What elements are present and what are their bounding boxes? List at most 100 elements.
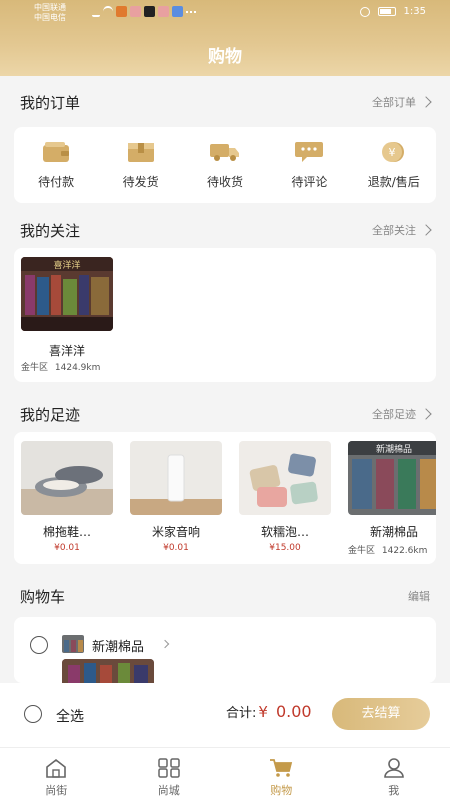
track-name: 软糯泡… (260, 525, 309, 539)
cart-icon (225, 758, 338, 778)
chevron-right-icon (420, 408, 432, 420)
tab-shangjie[interactable]: 尚街 (0, 748, 113, 800)
tracks-section-header: 我的足迹 全部足迹 (0, 398, 450, 428)
follow-section-header: 我的关注 全部关注 (0, 214, 450, 244)
track-item[interactable]: 软糯泡… ¥15.00 (239, 441, 331, 553)
app-notification-icon (172, 6, 183, 17)
alarm-icon (359, 6, 370, 17)
wifi-icon (103, 6, 113, 17)
cart-edit-button[interactable]: 编辑 (408, 588, 430, 604)
order-pending-payment[interactable]: 待付款 (16, 141, 96, 190)
app-notification-icon (130, 6, 141, 17)
store-image: 新潮棉品 (348, 441, 436, 515)
track-price: ¥15.00 (269, 543, 301, 553)
track-price: ¥0.01 (163, 543, 189, 553)
home-icon (0, 758, 113, 778)
track-name: 米家音响 (151, 525, 200, 539)
store-sign: 新潮棉品 (376, 443, 412, 455)
select-all-label[interactable]: 全选 (56, 706, 84, 726)
order-label: 待评论 (291, 174, 328, 189)
store-thumbnail (62, 635, 84, 653)
all-tracks-label: 全部足迹 (372, 408, 416, 421)
track-distance: 1422.6km (381, 546, 428, 556)
track-item[interactable]: 棉拖鞋… ¥0.01 (21, 441, 113, 553)
wallet-icon (16, 141, 96, 163)
shop-sign: 喜洋洋 (53, 259, 80, 271)
cart-section-header: 购物车 编辑 (0, 580, 450, 610)
chevron-right-icon (420, 96, 432, 108)
follow-card: 喜洋洋 喜洋洋 金牛区 1424.9km (14, 248, 436, 382)
track-name: 新潮棉品 (369, 525, 418, 539)
tab-gouwu[interactable]: 购物 (225, 748, 338, 800)
select-all-radio[interactable] (24, 705, 42, 723)
comment-icon (269, 141, 349, 163)
track-item[interactable]: 米家音响 ¥0.01 (130, 441, 222, 553)
cart-item-image[interactable] (62, 659, 154, 683)
follow-title: 我的关注 (20, 222, 81, 240)
track-district: 金牛区 (348, 546, 376, 556)
bottom-tab-bar: 尚街 尚城 购物 我 (0, 747, 450, 800)
store-select-radio[interactable] (30, 636, 48, 654)
status-bar: 中国联通 中国电信 1:35 (0, 0, 450, 26)
app-notification-icon (116, 6, 127, 17)
track-item[interactable]: 新潮棉品 新潮棉品 金牛区 1422.6km (348, 441, 436, 556)
order-label: 待付款 (38, 174, 75, 189)
total-label: 合计: (226, 706, 257, 721)
track-name: 棉拖鞋… (42, 525, 91, 539)
total-currency: ¥ (258, 703, 268, 721)
carrier-1: 中国联通 (34, 3, 66, 12)
cart-title: 购物车 (20, 588, 66, 606)
pillow-image (239, 441, 331, 515)
order-pending-shipment[interactable]: 待发货 (101, 141, 181, 190)
shop-location: 金牛区 1424.9km (21, 360, 131, 373)
tab-me[interactable]: 我 (338, 748, 450, 800)
notification-icons (92, 6, 196, 17)
orders-section-header: 我的订单 全部订单 (0, 86, 450, 116)
all-orders-link[interactable]: 全部订单 (372, 94, 432, 110)
svg-text:¥: ¥ (388, 146, 395, 159)
store-name[interactable]: 新潮棉品 (92, 636, 144, 655)
tab-shangcheng[interactable]: 尚城 (113, 748, 226, 800)
order-pending-receipt[interactable]: 待收货 (185, 141, 265, 190)
carrier-info: 中国联通 中国电信 (34, 3, 66, 23)
battery-icon (377, 7, 396, 16)
order-label: 待收货 (206, 174, 243, 189)
track-location: 金牛区 1422.6km (348, 543, 436, 556)
shop-image: 喜洋洋 (21, 257, 113, 331)
more-dots-icon (186, 11, 196, 14)
grid-icon (113, 758, 226, 778)
app-notification-icon (158, 6, 169, 17)
tab-label: 尚城 (157, 784, 180, 797)
checkout-button[interactable]: 去结算 (332, 698, 430, 730)
order-label: 待发货 (122, 174, 159, 189)
shop-district: 金牛区 (21, 363, 49, 373)
tab-label: 我 (388, 784, 400, 797)
signal-icon (92, 6, 100, 17)
total-value: 0.00 (275, 702, 312, 721)
cart-card: 新潮棉品 (14, 617, 436, 683)
shop-distance: 1424.9km (54, 363, 101, 373)
order-pending-review[interactable]: 待评论 (269, 141, 349, 190)
order-label: 退款/售后 (367, 174, 420, 189)
all-orders-label: 全部订单 (372, 96, 416, 109)
tab-label: 购物 (270, 784, 293, 797)
chevron-right-icon (160, 639, 170, 649)
status-right: 1:35 (359, 6, 426, 17)
order-refund[interactable]: ¥ 退款/售后 (354, 141, 434, 190)
header: 中国联通 中国电信 1:35 购物 (0, 0, 450, 76)
orders-card: 待付款 待发货 待收货 待评论 ¥ 退款/售后 (14, 127, 436, 203)
tab-label: 尚街 (45, 784, 68, 797)
checkout-bar: 全选 合计: ¥ 0.00 去结算 (0, 683, 450, 747)
track-price: ¥0.01 (54, 543, 80, 553)
all-tracks-link[interactable]: 全部足迹 (372, 406, 432, 422)
carrier-2: 中国电信 (34, 13, 66, 22)
all-follows-link[interactable]: 全部关注 (372, 222, 432, 238)
tracks-card: 棉拖鞋… ¥0.01 米家音响 ¥0.01 软糯泡… ¥15.00 新潮棉品 新… (14, 432, 436, 564)
tiktok-icon (144, 6, 155, 17)
page-title: 购物 (208, 47, 242, 67)
truck-icon (185, 141, 265, 163)
speaker-image (130, 441, 222, 515)
chevron-right-icon (420, 224, 432, 236)
all-follows-label: 全部关注 (372, 224, 416, 237)
refund-icon: ¥ (354, 141, 434, 163)
